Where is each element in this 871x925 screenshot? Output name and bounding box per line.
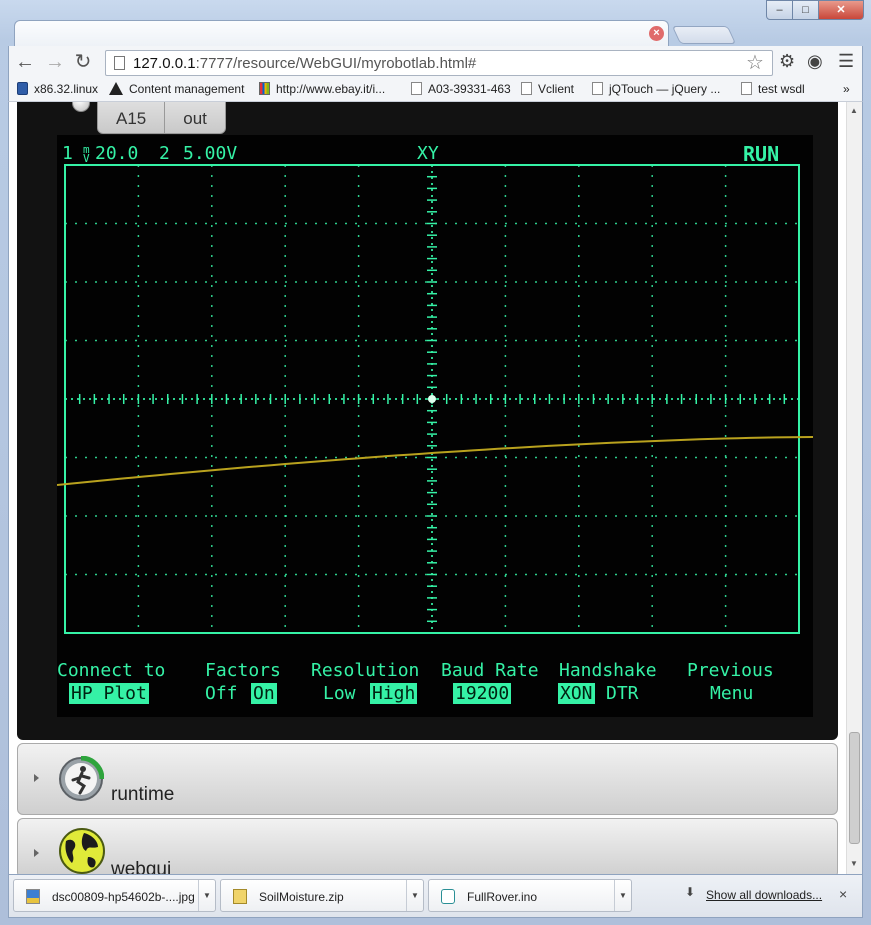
scope-run-status: RUN — [743, 142, 780, 166]
menu-resolution-low[interactable]: Low — [323, 683, 356, 704]
expand-triangle-icon — [34, 849, 39, 857]
menu-icon[interactable]: ☰ — [838, 51, 854, 72]
tab-close-icon[interactable]: × — [649, 26, 664, 41]
download-item-jpg[interactable]: dsc00809-hp54602b-....jpg ▼ — [13, 879, 216, 912]
browser-toolbar: ← → ↻ 127.0.0.1:7777/resource/WebGUI/myr… — [8, 46, 863, 78]
reload-icon[interactable]: ↻ — [71, 50, 95, 74]
scroll-up-arrow-icon[interactable]: ▲ — [850, 106, 858, 115]
download-bar-close-icon[interactable]: × — [839, 886, 847, 902]
maximize-button[interactable]: □ — [792, 0, 819, 20]
minimize-button[interactable]: – — [766, 0, 793, 20]
menu-factors-title: Factors — [205, 660, 281, 681]
tab-strip: × – □ ✕ — [0, 0, 871, 46]
scroll-down-arrow-icon[interactable]: ▼ — [850, 859, 858, 868]
menu-connect-title: Connect to — [57, 660, 166, 681]
menu-handshake-title: Handshake — [559, 660, 657, 681]
menu-baud-value[interactable]: 19200 — [453, 683, 512, 704]
menu-previous-sub[interactable]: Menu — [710, 683, 753, 704]
show-all-downloads-link[interactable]: Show all downloads... — [706, 888, 822, 902]
forward-arrow-icon[interactable]: → — [43, 50, 67, 74]
menu-previous-title[interactable]: Previous — [687, 660, 774, 681]
vertical-scrollbar[interactable]: ▲ ▼ — [846, 102, 862, 874]
pin-button-group: A15 out — [97, 102, 226, 134]
service-runtime-label: runtime — [111, 784, 175, 805]
page-viewport: A15 out 1 mV 20.0 2 5.00V XY RUN Connect… — [8, 102, 863, 874]
page-icon — [114, 56, 125, 70]
download-item-ino[interactable]: FullRover.ino ▼ — [428, 879, 632, 912]
bookmarks-overflow[interactable]: » — [843, 82, 850, 96]
ch1-label: 1 — [62, 143, 73, 164]
blue-badge-icon — [17, 82, 28, 95]
page-icon — [521, 82, 532, 95]
zip-file-icon — [233, 889, 247, 904]
pin-out-button[interactable]: out — [164, 102, 225, 133]
ebay-icon — [259, 82, 270, 95]
signal-trace — [57, 436, 813, 486]
ch2-label: 2 — [159, 143, 170, 164]
back-arrow-icon[interactable]: ← — [13, 50, 37, 74]
webgui-globe-icon — [59, 828, 105, 874]
ch2-scale: 5.00V — [183, 143, 238, 164]
page-icon — [411, 82, 422, 95]
service-runtime[interactable]: runtime — [17, 743, 838, 815]
scrollbar-thumb[interactable] — [849, 732, 860, 844]
broadcast-icon[interactable]: ◉ — [807, 51, 823, 72]
image-file-icon — [26, 889, 40, 904]
browser-window: × – □ ✕ ← → ↻ 127.0.0.1:7777/resource/We… — [0, 0, 871, 925]
download-arrow-icon: ⬇ — [685, 885, 696, 899]
menu-factors-on[interactable]: On — [251, 683, 277, 704]
download-item-zip[interactable]: SoilMoisture.zip ▼ — [220, 879, 424, 912]
menu-baud-title: Baud Rate — [441, 660, 539, 681]
download-menu-arrow-icon[interactable]: ▼ — [406, 880, 423, 911]
page-icon — [592, 82, 603, 95]
ch1-scale: 20.0 — [95, 143, 139, 164]
bookmark-x86-linux[interactable]: x86.32.linux — [17, 82, 98, 96]
scope-mode: XY — [417, 143, 439, 164]
menu-handshake-dtr[interactable]: DTR — [606, 683, 639, 704]
bookmark-content-management[interactable]: Content management — [109, 82, 244, 96]
graticule-center — [428, 395, 436, 403]
address-bar[interactable]: 127.0.0.1:7777/resource/WebGUI/myrobotla… — [105, 50, 773, 76]
bookmark-vclient[interactable]: Vclient — [521, 82, 574, 96]
bookmark-ebay[interactable]: http://www.ebay.it/i... — [259, 82, 385, 96]
oscope-panel: A15 out 1 mV 20.0 2 5.00V XY RUN Connect… — [17, 102, 838, 740]
download-bar: dsc00809-hp54602b-....jpg ▼ SoilMoisture… — [8, 874, 863, 918]
bookmark-a03[interactable]: A03-39331-463 — [411, 82, 511, 96]
pin-radio[interactable] — [72, 102, 90, 112]
bookmark-test-wsdl[interactable]: test wsdl — [741, 82, 805, 96]
pin-a15-button[interactable]: A15 — [98, 102, 164, 133]
ch1-unit: mV — [83, 143, 90, 165]
triangle-logo-icon — [109, 82, 123, 95]
address-url: 127.0.0.1:7777/resource/WebGUI/myrobotla… — [133, 55, 477, 72]
menu-handshake-xon[interactable]: XON — [558, 683, 595, 704]
menu-resolution-high[interactable]: High — [370, 683, 418, 704]
download-menu-arrow-icon[interactable]: ▼ — [614, 880, 631, 911]
page-icon — [741, 82, 752, 95]
oscilloscope-screen: 1 mV 20.0 2 5.00V XY RUN Connect to HP P… — [57, 135, 813, 717]
arduino-file-icon — [441, 889, 455, 904]
service-webgui-label: webgui — [111, 859, 172, 874]
menu-connect-value[interactable]: HP Plot — [69, 683, 149, 704]
menu-factors-off[interactable]: Off — [205, 683, 238, 704]
runtime-icon — [59, 756, 104, 801]
service-webgui[interactable]: webgui — [17, 818, 838, 874]
gear-icon[interactable]: ⚙ — [779, 51, 795, 72]
scope-graticule — [57, 164, 813, 634]
bookmark-star-icon[interactable]: ☆ — [746, 50, 764, 75]
new-tab-button[interactable] — [671, 26, 737, 44]
bookmarks-bar: x86.32.linux Content management http://w… — [8, 78, 863, 102]
bookmark-jqtouch[interactable]: jQTouch — jQuery ... — [592, 82, 720, 96]
menu-resolution-title: Resolution — [311, 660, 420, 681]
download-menu-arrow-icon[interactable]: ▼ — [198, 880, 215, 911]
expand-triangle-icon — [34, 774, 39, 782]
close-window-button[interactable]: ✕ — [818, 0, 864, 20]
tab-myrobotlab[interactable]: × — [14, 20, 669, 46]
